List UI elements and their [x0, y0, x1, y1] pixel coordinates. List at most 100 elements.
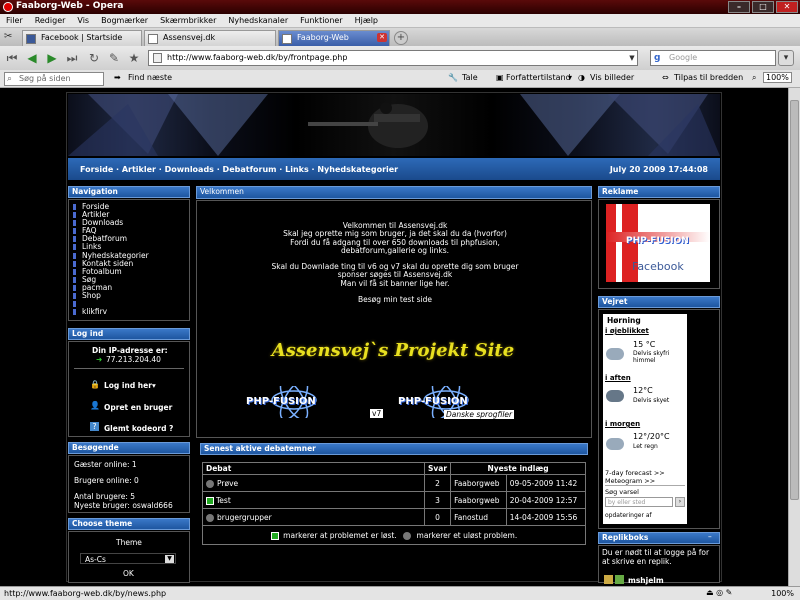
page-favicon-icon	[282, 34, 292, 44]
menu-bookmarks[interactable]: Bogmærker	[101, 16, 148, 25]
theme-ok-button[interactable]: OK	[123, 569, 134, 578]
new-tab-button[interactable]: +	[394, 31, 408, 45]
topic-user[interactable]: Fanostud	[450, 508, 507, 526]
maximize-button[interactable]: □	[752, 1, 774, 13]
topic-user[interactable]: Faaborgweb	[450, 491, 507, 509]
weather-updated: opdateringer af	[605, 512, 652, 519]
speak-button[interactable]: Tale	[462, 73, 478, 82]
ip-label: Din IP-adresse er:	[92, 346, 168, 355]
close-tab-icon[interactable]: ✕	[377, 33, 387, 42]
menu-edit[interactable]: Rediger	[35, 16, 66, 25]
ip-arrow-icon: ➜	[96, 355, 103, 364]
forgot-password-icon: ?	[90, 422, 99, 431]
author-mode-button[interactable]: Forfattertilstand	[506, 73, 571, 82]
facebook-favicon-icon	[26, 34, 36, 44]
address-input[interactable]: http://www.faaborg-web.dk/by/frontpage.p…	[148, 50, 638, 66]
menu-view[interactable]: Vis	[77, 16, 89, 25]
ad-logo: PHP-FUSION	[626, 236, 689, 246]
project-site-banner: Assensvej`s Projekt Site	[271, 340, 515, 361]
solved-check-icon	[206, 496, 214, 505]
test-site-link[interactable]: Besøg min test side	[200, 295, 590, 304]
weather-search-input[interactable]: by eller sted	[605, 497, 673, 507]
ad-facebook-text: Facebook	[632, 260, 684, 273]
weather-panel-title: Vejret	[598, 296, 720, 308]
menu-widgets[interactable]: Skærmbrikker	[160, 16, 216, 25]
back-icon[interactable]: ◀	[24, 50, 40, 66]
theme-select[interactable]: As-Cs ▼	[80, 553, 176, 564]
nav-item-klikfirv[interactable]: klikfirv	[72, 308, 149, 316]
weather-widget: Hørning i øjeblikket 15 °C Delvis skyfri…	[603, 314, 687, 524]
rewind-icon[interactable]: ⏮	[4, 50, 20, 66]
tools-icon[interactable]: ✂	[4, 31, 12, 42]
author-mode-dropdown-icon[interactable]: ▾	[568, 73, 572, 82]
weather-evening-label: i aften	[605, 374, 631, 382]
forecast-link[interactable]: 7-day forecast >>	[605, 469, 665, 477]
menu-feeds[interactable]: Nyhedskanaler	[228, 16, 288, 25]
close-window-button[interactable]: ✕	[776, 1, 798, 13]
menu-help[interactable]: Hjælp	[355, 16, 378, 25]
register-link[interactable]: Opret en bruger	[104, 403, 172, 412]
tab-facebook[interactable]: Facebook | Startside	[22, 30, 142, 46]
menu-tools[interactable]: Funktioner	[300, 16, 342, 25]
address-dropdown-icon[interactable]: ▼	[626, 51, 638, 65]
tab-assensvej[interactable]: Assensvej.dk	[144, 30, 276, 46]
topic-link[interactable]: Test	[216, 496, 231, 505]
navigation-toolbar: ⏮ ◀ ▶ ⏭ ↻ ✎ ★ http://www.faaborg-web.dk/…	[0, 46, 800, 70]
reload-icon[interactable]: ↻	[86, 50, 102, 66]
tab-bar: ✂ Facebook | Startside Assensvej.dk Faab…	[0, 28, 800, 46]
partly-cloudy-icon	[606, 348, 624, 360]
find-toolbar: ⌕ Søg på siden ➡ Find næste 🔧 Tale ▣ For…	[0, 70, 800, 88]
topic-link[interactable]: brugergrupper	[217, 513, 272, 522]
welcome-panel-title: Velkommen	[196, 186, 592, 199]
shoutbox-notice: Du er nødt til at logge på for at skrive…	[602, 548, 710, 566]
menu-file[interactable]: Filer	[6, 16, 23, 25]
table-row: Test 3 Faaborgweb 20-04-2009 12:57	[202, 491, 587, 509]
vertical-scrollbar[interactable]	[788, 88, 800, 586]
weather-search-button[interactable]: ›	[675, 497, 685, 507]
theme-label: Theme	[116, 538, 142, 547]
top-nav-links[interactable]: Forside · Artikler · Downloads · Debatfo…	[80, 165, 398, 174]
topic-link[interactable]: Prøve	[217, 479, 238, 488]
status-bar: http://www.faaborg-web.dk/by/news.php ⏏ …	[0, 586, 800, 600]
forward-icon[interactable]: ▶	[44, 50, 60, 66]
divider	[74, 368, 184, 369]
topic-user[interactable]: Faaborgweb	[450, 474, 507, 492]
find-in-page-input[interactable]: ⌕ Søg på siden	[4, 72, 104, 86]
shoutbox-collapse-icon[interactable]: –	[708, 532, 712, 541]
scrollbar-thumb[interactable]	[790, 100, 799, 500]
site-banner	[68, 94, 720, 156]
night-cloud-icon	[606, 390, 624, 402]
tab-faaborg-web[interactable]: Faaborg-Web ✕	[278, 30, 390, 46]
fit-width-button[interactable]: Tilpas til bredden	[674, 73, 743, 82]
weather-search-label: Søg varsel	[605, 488, 639, 496]
show-images-button[interactable]: Vis billeder	[590, 73, 634, 82]
login-dropdown-icon[interactable]: ▾	[152, 381, 156, 390]
visitors-panel-title: Besøgende	[68, 442, 190, 454]
find-next-button[interactable]: Find næste	[128, 73, 172, 82]
search-go-button[interactable]: ▾	[778, 50, 794, 66]
search-input[interactable]: g Google	[650, 50, 776, 66]
facebook-ad-image[interactable]: PHP-FUSION Facebook	[606, 204, 710, 282]
solved-check-icon	[270, 531, 279, 540]
google-icon: g	[654, 53, 661, 63]
fast-forward-icon[interactable]: ⏭	[64, 50, 80, 66]
bookmark-star-icon[interactable]: ★	[126, 50, 142, 66]
status-icons[interactable]: ⏏ ◎ ✎	[706, 588, 732, 597]
users-online: Brugere online: 0	[74, 476, 139, 485]
forgot-password-link[interactable]: Glemt kodeord ?	[104, 424, 173, 433]
nav-item-shop[interactable]: Shop	[72, 291, 149, 300]
shout-icon	[604, 575, 613, 584]
zoom-select[interactable]: 100%	[763, 72, 792, 83]
weather-evening-temp: 12°C	[633, 386, 653, 395]
meteogram-link[interactable]: Meteogram >>	[605, 477, 655, 485]
weather-tomorrow-temp: 12°/20°C	[633, 432, 670, 441]
login-here-link[interactable]: Log ind her	[104, 381, 152, 390]
page-icon	[153, 53, 162, 63]
minimize-button[interactable]: –	[728, 1, 750, 13]
shout-edit-icon	[615, 575, 624, 584]
status-zoom[interactable]: 100%	[771, 589, 794, 598]
newest-user: Nyeste bruger: oswald666	[74, 501, 173, 510]
shoutbox-user[interactable]: mshjelm	[628, 576, 664, 585]
debates-panel-title: Senest aktive debatemner	[200, 443, 588, 455]
edit-icon[interactable]: ✎	[106, 50, 122, 66]
